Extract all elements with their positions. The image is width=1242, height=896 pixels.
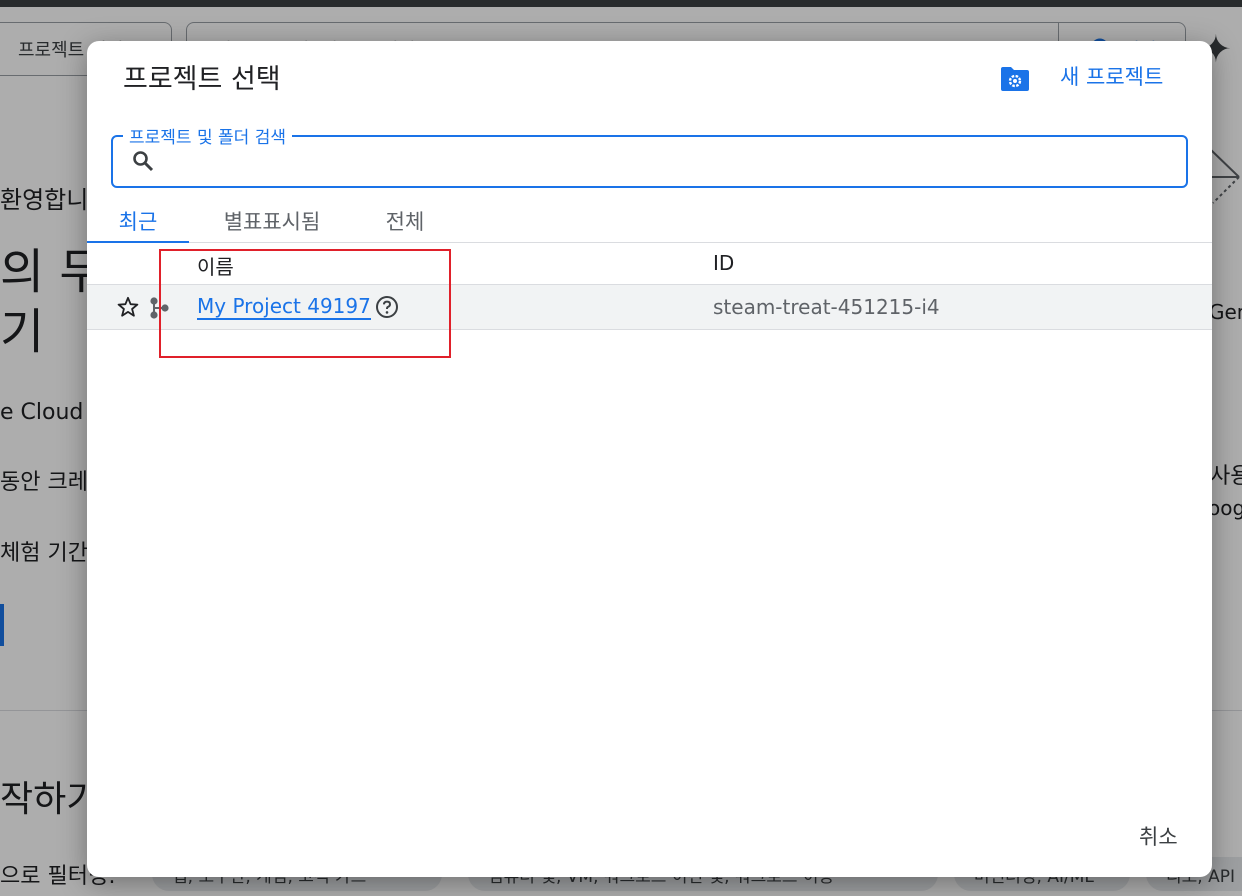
- star-outline-icon[interactable]: [116, 295, 140, 319]
- tab-all[interactable]: 전체: [375, 199, 435, 242]
- folder-settings-icon[interactable]: [999, 65, 1031, 93]
- cancel-button[interactable]: 취소: [1139, 821, 1178, 851]
- project-search-input[interactable]: [167, 143, 1171, 181]
- search-icon: [133, 151, 154, 172]
- project-search-label: 프로젝트 및 폴더 검색: [123, 123, 292, 148]
- new-project-link[interactable]: 새 프로젝트: [1060, 61, 1163, 91]
- dialog-title: 프로젝트 선택: [123, 64, 281, 95]
- tab-recent[interactable]: 최근: [87, 199, 189, 243]
- project-tabs: 최근 별표표시됨 전체: [87, 199, 1212, 243]
- annotation-highlight-box: [159, 249, 451, 358]
- column-header-id[interactable]: ID: [713, 251, 734, 275]
- project-id-cell: steam-treat-451215-i4: [713, 295, 940, 319]
- tab-starred[interactable]: 별표표시됨: [209, 199, 335, 242]
- select-project-dialog: 프로젝트 선택 새 프로젝트 프로젝트 및 폴더 검색 최근 별표표시됨 전체 …: [87, 41, 1212, 877]
